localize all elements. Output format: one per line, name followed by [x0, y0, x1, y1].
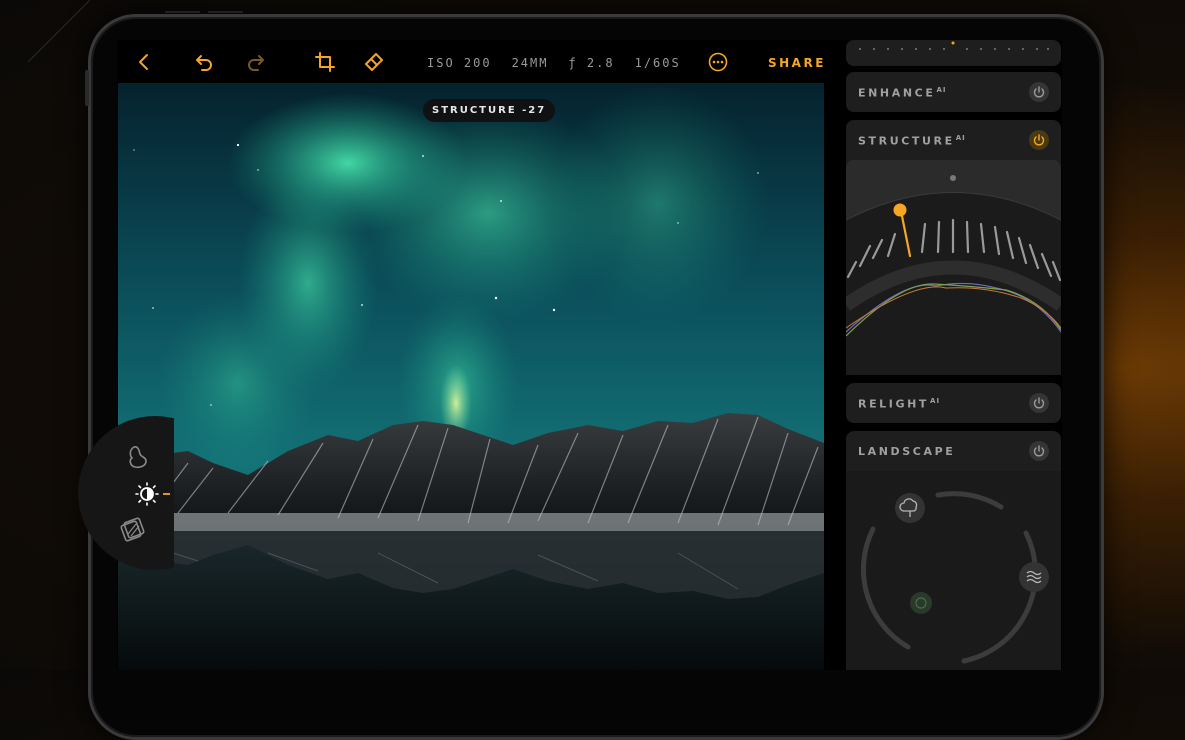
water-icon[interactable]: [1019, 562, 1049, 592]
relight-label: RELIGHT: [858, 397, 930, 411]
structure-card: STRUCTUREAI: [846, 120, 1061, 375]
eraser-icon[interactable]: [363, 51, 385, 73]
undo-icon[interactable]: [193, 51, 215, 73]
crop-icon[interactable]: [314, 51, 336, 73]
previous-slider-ticks: [859, 41, 1049, 50]
light-adjust-icon[interactable]: [134, 482, 174, 506]
enhance-card: ENHANCEAI: [846, 72, 1061, 112]
tablet-side-button: [85, 70, 89, 106]
landscape-title: LANDSCAPE: [858, 445, 956, 458]
enhance-title: ENHANCEAI: [858, 86, 946, 100]
power-icon: [1033, 134, 1045, 146]
back-chevron-icon[interactable]: [133, 51, 155, 73]
relight-title: RELIGHTAI: [858, 397, 940, 411]
structure-power-toggle[interactable]: [1029, 130, 1049, 150]
power-icon: [1033, 86, 1045, 98]
mask-icon[interactable]: [126, 444, 150, 470]
structure-label: STRUCTURE: [858, 134, 955, 148]
structure-value-badge: STRUCTURE -27: [423, 99, 556, 122]
power-icon: [1033, 397, 1045, 409]
structure-dial[interactable]: [846, 160, 1061, 375]
layers-icon[interactable]: [120, 514, 148, 542]
structure-title: STRUCTUREAI: [858, 134, 966, 148]
landscape-dial[interactable]: [846, 471, 1061, 670]
exif-info: ISO 200 24MM ƒ 2.8 1/60S: [427, 56, 681, 70]
previous-slider-card[interactable]: [846, 40, 1061, 66]
iso-value: ISO 200: [427, 56, 492, 70]
top-toolbar: ISO 200 24MM ƒ 2.8 1/60S SHARE: [117, 40, 825, 84]
photo-canvas[interactable]: [118, 83, 824, 670]
landscape-card: LANDSCAPE: [846, 431, 1061, 670]
structure-ai-label: AI: [955, 134, 966, 142]
focal-length-value: 24MM: [511, 56, 549, 70]
aperture-value: ƒ 2.8: [568, 56, 615, 70]
landscape-power-toggle[interactable]: [1029, 441, 1049, 461]
foliage-icon[interactable]: [910, 592, 932, 614]
tree-icon[interactable]: [895, 493, 925, 523]
enhance-power-toggle[interactable]: [1029, 82, 1049, 102]
share-button[interactable]: SHARE: [768, 56, 826, 70]
enhance-ai-label: AI: [936, 86, 947, 94]
tool-dial: [78, 416, 174, 570]
relight-card: RELIGHTAI: [846, 383, 1061, 423]
power-icon: [1033, 445, 1045, 457]
relight-ai-label: AI: [930, 397, 941, 405]
more-icon[interactable]: [707, 51, 729, 73]
redo-icon[interactable]: [245, 51, 267, 73]
shutter-value: 1/60S: [634, 56, 681, 70]
enhance-label: ENHANCE: [858, 86, 936, 100]
relight-power-toggle[interactable]: [1029, 393, 1049, 413]
